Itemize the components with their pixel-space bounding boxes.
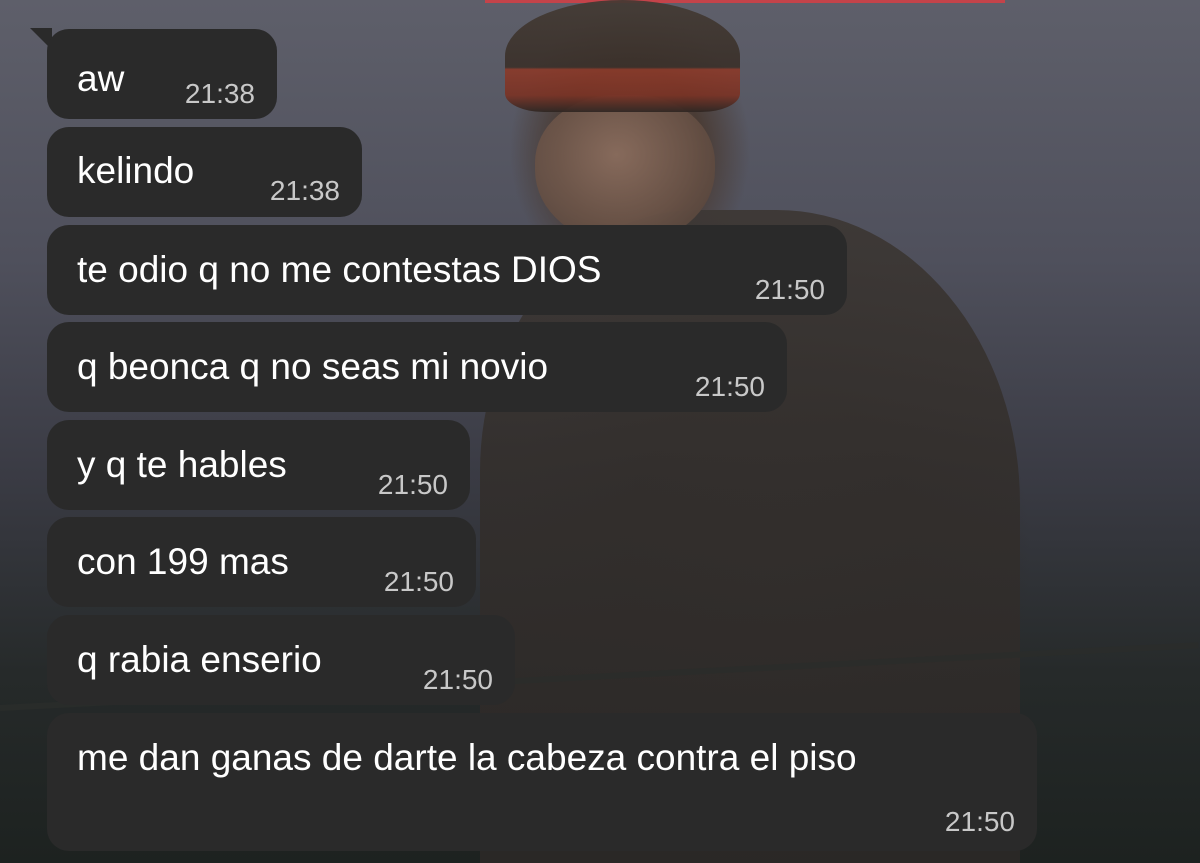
message-text: con 199 mas [77,541,289,582]
message-timestamp: 21:50 [377,469,448,500]
message-timestamp: 21:50 [422,664,493,695]
message-timestamp: 21:38 [184,78,255,109]
message-text: y q te hables [77,444,287,485]
message-text: kelindo [77,150,195,191]
message-text: q rabia enserio [77,639,322,680]
message-text: me dan ganas de darte la cabeza contra e… [77,737,857,778]
message-timestamp: 21:50 [694,371,765,402]
message-text: te odio q no me contestas DIOS [77,249,602,290]
message-list[interactable]: aw 21:38 kelindo 21:38 te odio q no me c… [0,0,1200,863]
message-bubble[interactable]: aw 21:38 [47,29,277,119]
message-timestamp: 21:50 [944,806,1015,837]
message-bubble[interactable]: q rabia enserio 21:50 [47,615,515,705]
message-timestamp: 21:50 [754,274,825,305]
message-bubble[interactable]: q beonca q no seas mi novio 21:50 [47,322,787,412]
message-bubble[interactable]: y q te hables 21:50 [47,420,470,510]
message-bubble[interactable]: me dan ganas de darte la cabeza contra e… [47,713,1037,851]
message-timestamp: 21:38 [269,175,340,206]
message-text: aw [77,58,125,99]
message-bubble[interactable]: kelindo 21:38 [47,127,362,217]
message-bubble[interactable]: con 199 mas 21:50 [47,517,476,607]
message-text: q beonca q no seas mi novio [77,346,549,387]
message-bubble[interactable]: te odio q no me contestas DIOS 21:50 [47,225,847,315]
message-timestamp: 21:50 [383,566,454,597]
